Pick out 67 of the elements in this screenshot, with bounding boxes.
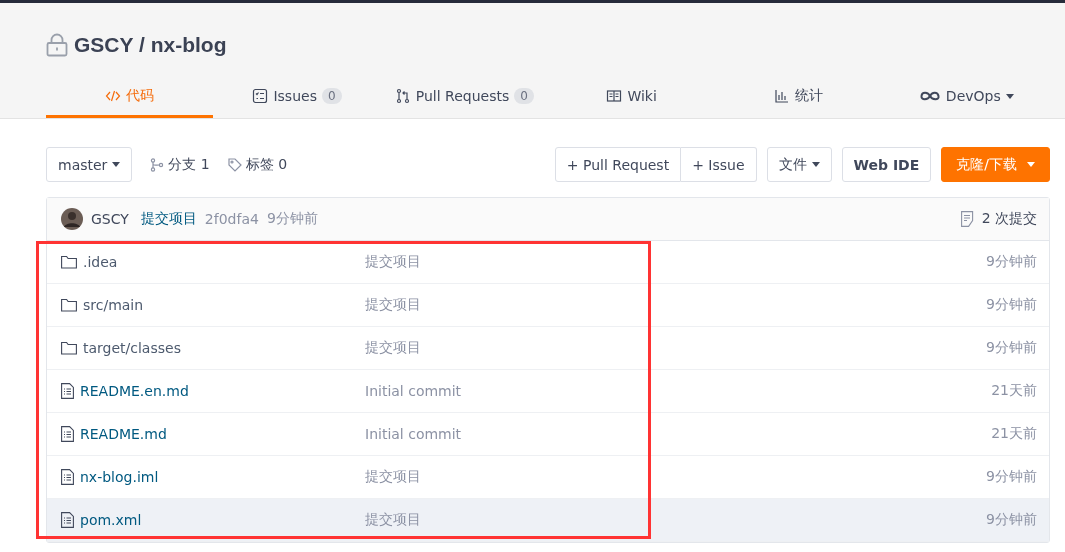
file-name: pom.xml — [80, 512, 142, 528]
tab-label: 代码 — [126, 87, 155, 105]
caret-icon — [1027, 162, 1035, 167]
file-name: target/classes — [83, 340, 181, 356]
file-name: src/main — [83, 297, 144, 313]
file-icon — [61, 512, 74, 528]
count-badge: 0 — [514, 88, 534, 104]
tab-label: Pull Requests — [415, 88, 510, 104]
tab-label: Wiki — [627, 88, 657, 104]
code-icon — [105, 88, 122, 104]
file-name: README.md — [80, 426, 167, 442]
folder-icon — [61, 255, 77, 269]
commit-message[interactable]: 提交项目 — [140, 210, 197, 228]
checklist-icon — [252, 88, 269, 104]
branch-icon — [150, 157, 165, 172]
modified-time: 9分钟前 — [986, 468, 1037, 486]
file-icon — [61, 426, 74, 442]
file-icon — [61, 469, 74, 485]
file-name-link[interactable]: README.md — [61, 426, 365, 442]
pull-request-icon — [394, 88, 411, 104]
file-name-link[interactable]: nx-blog.iml — [61, 469, 365, 485]
tag-count[interactable]: 标签 0 — [245, 155, 288, 174]
nav-tab[interactable]: 统计 — [715, 81, 883, 118]
book-icon — [606, 88, 623, 104]
folder-icon — [61, 341, 77, 355]
modified-time: 21天前 — [991, 425, 1037, 443]
folder-icon — [61, 298, 77, 312]
file-name-link[interactable]: target/classes — [61, 340, 365, 356]
file-name: README.en.md — [80, 383, 189, 399]
tab-label: DevOps — [945, 88, 1001, 104]
caret-icon — [811, 162, 820, 167]
nav-tab[interactable]: DevOps — [882, 81, 1050, 118]
avatar — [61, 208, 83, 230]
caret-icon — [112, 162, 121, 167]
file-icon — [61, 383, 74, 399]
web-ide-button[interactable]: Web IDE — [841, 147, 932, 182]
commit-author[interactable]: GSCY — [91, 211, 129, 227]
pull-request-button[interactable]: + Pull Request — [554, 147, 682, 182]
commit-count[interactable]: 2 次提交 — [981, 210, 1037, 228]
file-name-link[interactable]: src/main — [61, 297, 365, 313]
tag-icon — [227, 157, 242, 172]
file-name: nx-blog.iml — [80, 469, 159, 485]
modified-time: 9分钟前 — [986, 511, 1037, 529]
nav-tab[interactable]: Pull Requests 0 — [380, 81, 548, 118]
tab-label: Issues — [273, 88, 317, 104]
commit-time: 9分钟前 — [266, 210, 318, 228]
nav-tab[interactable]: Issues 0 — [213, 81, 381, 118]
branch-count[interactable]: 分支 1 — [168, 155, 210, 174]
branch-select[interactable]: master — [46, 147, 133, 182]
infinity-icon — [918, 90, 941, 102]
count-badge: 0 — [321, 88, 342, 104]
repository-title: GSCY / nx-blog — [74, 33, 227, 57]
file-name: .idea — [83, 254, 118, 270]
file-name-link[interactable]: pom.xml — [61, 512, 365, 528]
bar-chart-icon — [774, 88, 791, 104]
file-menu-button[interactable]: 文件 — [766, 147, 832, 182]
file-row[interactable]: pom.xml 提交项目 9分钟前 — [47, 499, 1049, 542]
nav-tab[interactable]: Wiki — [548, 81, 716, 118]
tab-label: 统计 — [795, 87, 824, 105]
modified-time: 21天前 — [991, 382, 1037, 400]
modified-time: 9分钟前 — [986, 339, 1037, 357]
file-name-link[interactable]: .idea — [61, 254, 365, 270]
document-icon — [960, 211, 974, 227]
issue-button[interactable]: + Issue — [681, 147, 757, 182]
modified-time: 9分钟前 — [986, 253, 1037, 271]
modified-time: 9分钟前 — [986, 296, 1037, 314]
file-name-link[interactable]: README.en.md — [61, 383, 365, 399]
